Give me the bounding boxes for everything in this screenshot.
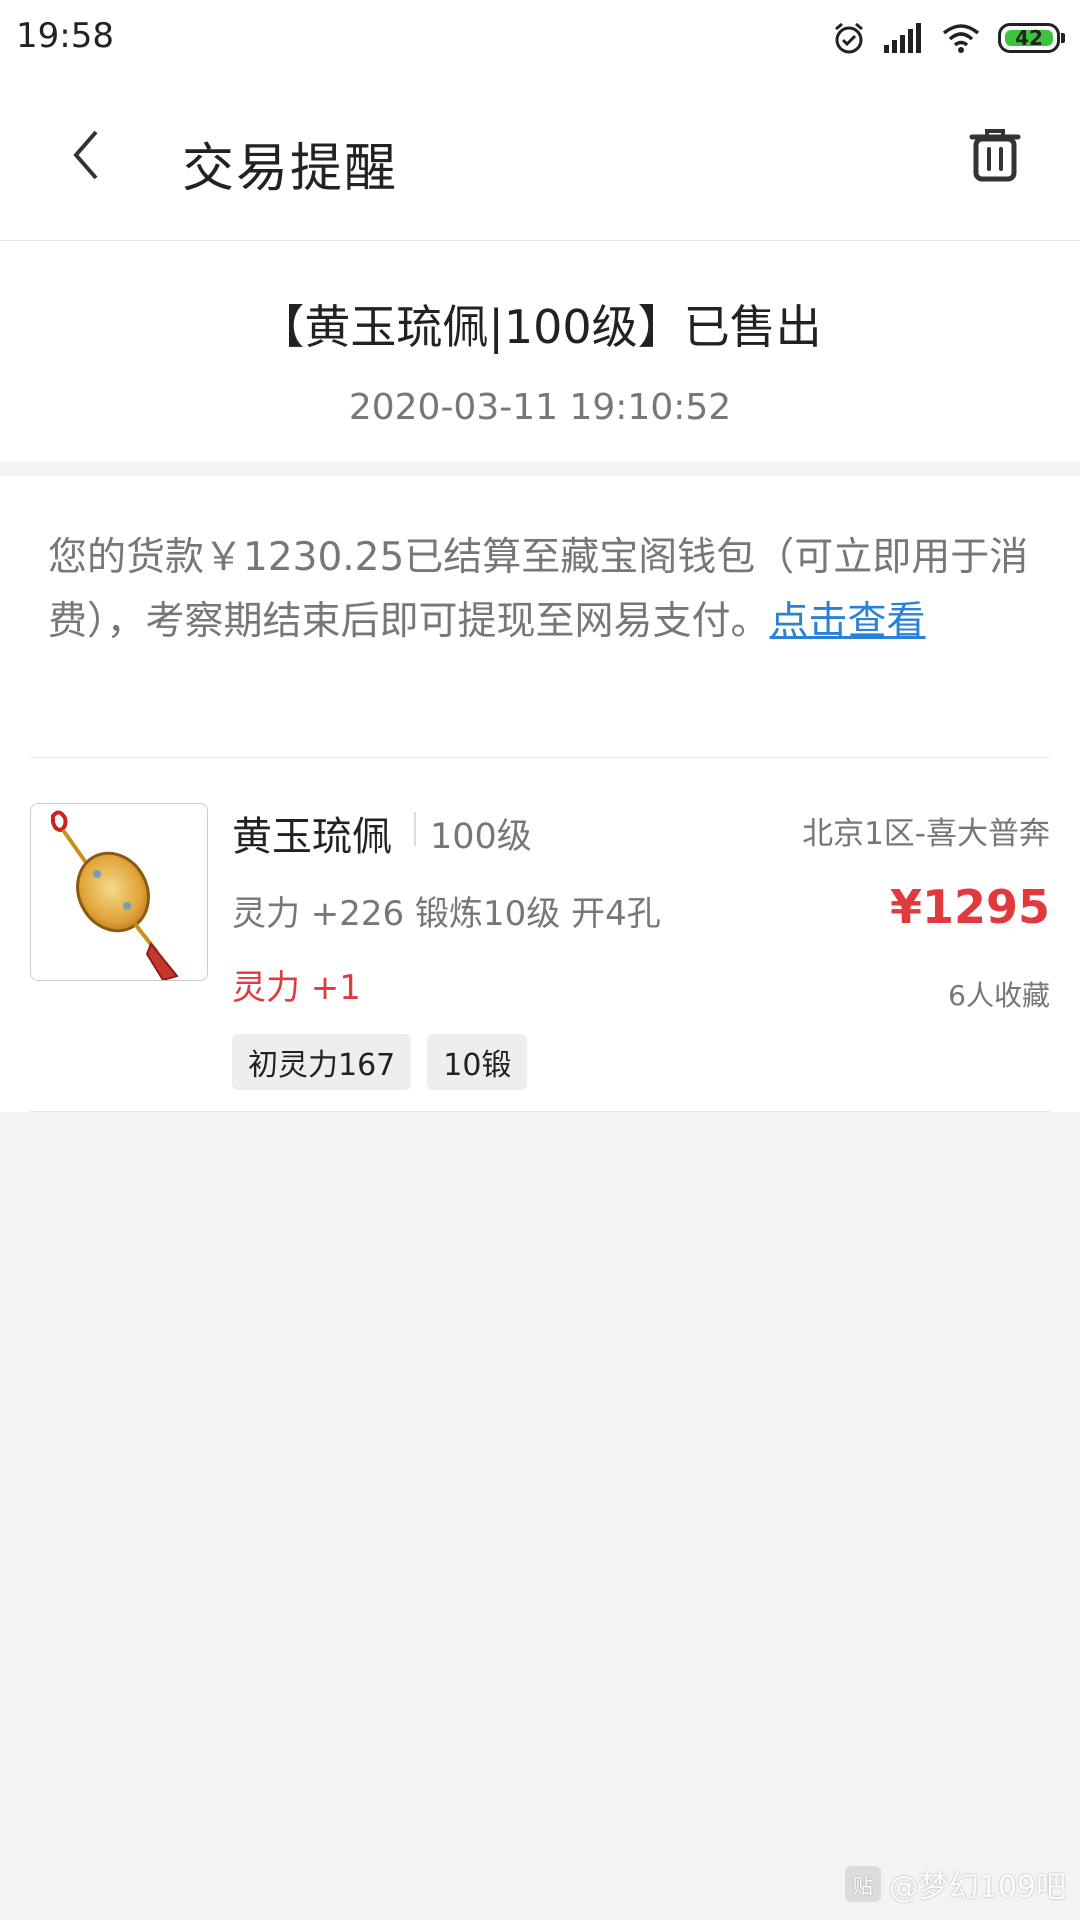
signal-icon <box>884 23 921 53</box>
page-title: 交易提醒 <box>182 139 399 199</box>
watermark-text: @梦幻109吧 <box>888 1870 1066 1905</box>
battery-icon: 42 <box>998 23 1065 53</box>
jade-pendant-icon <box>51 810 179 980</box>
wifi-icon <box>942 24 980 53</box>
battery-level: 42 <box>1015 26 1043 50</box>
item-stats: 灵力 +226 锻炼10级 开4孔 <box>232 894 661 934</box>
status-time: 19:58 <box>16 16 114 56</box>
sale-detail-card: 您的货款￥1230.25已结算至藏宝阁钱包（可立即用于消费），考察期结束后即可提… <box>0 476 1080 1112</box>
item-level: 100级 <box>430 817 532 857</box>
delete-button[interactable] <box>960 120 1030 190</box>
item-tag: 10锻 <box>427 1034 528 1090</box>
watermark: 贴 @梦幻109吧 <box>844 1862 1066 1906</box>
sale-summary: 【黄玉琉佩|100级】已售出 2020-03-11 19:10:52 <box>0 241 1080 461</box>
back-button[interactable] <box>50 120 120 190</box>
name-level-separator <box>414 812 416 846</box>
item-server: 北京1区-喜大普奔 <box>802 816 1050 852</box>
item-tag: 初灵力167 <box>232 1034 412 1090</box>
status-bar: 19:58 42 <box>0 0 1080 76</box>
divider <box>30 757 1050 758</box>
trash-icon <box>969 129 1021 182</box>
favorites-count: 6人收藏 <box>948 979 1050 1012</box>
chevron-left-icon <box>73 130 98 180</box>
item-tags: 初灵力167 10锻 <box>232 1034 528 1090</box>
settlement-notice: 您的货款￥1230.25已结算至藏宝阁钱包（可立即用于消费），考察期结束后即可提… <box>48 526 1038 654</box>
battery-tip <box>1061 33 1065 43</box>
item-price: ¥1295 <box>889 880 1050 934</box>
sale-timestamp: 2020-03-11 19:10:52 <box>348 387 732 428</box>
item-name: 黄玉琉佩 <box>232 814 392 860</box>
alarm-icon <box>835 22 863 54</box>
sale-title: 【黄玉琉佩|100级】已售出 <box>258 300 822 354</box>
view-details-link[interactable]: 点击查看 <box>770 599 926 644</box>
app-header: 交易提醒 <box>0 76 1080 241</box>
watermark-logo-icon: 贴 <box>844 1866 881 1902</box>
item-thumbnail[interactable] <box>30 803 208 981</box>
divider <box>30 1111 1050 1112</box>
status-icons: 42 <box>832 16 1065 60</box>
item-bonus: 灵力 +1 <box>232 968 361 1008</box>
